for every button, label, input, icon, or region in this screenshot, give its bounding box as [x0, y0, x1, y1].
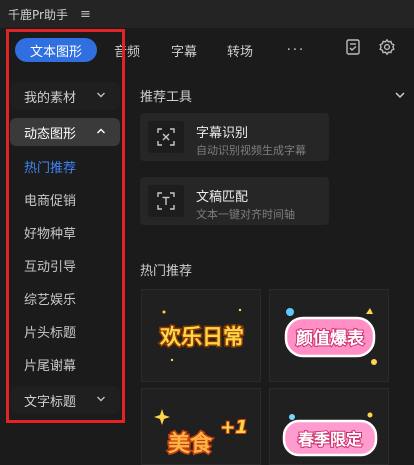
chevron-down-icon[interactable] [394, 89, 406, 101]
category-sidebar: 我的素材 动态图形 热门推荐 电商促销 好物种草 互动引导 综艺娱乐 片头标题 … [8, 76, 124, 421]
thumb-text: 美食 [168, 431, 213, 457]
thumb-text: 欢乐日常 [159, 325, 244, 349]
sidebar-item-variety[interactable]: 综艺娱乐 [8, 282, 124, 314]
main-panel: 推荐工具 字幕识别 自动识别视频生成字幕 文稿匹配 文本一键对齐时间轴 热门推荐 [130, 72, 414, 465]
tab-text-graphics[interactable]: 文本图形 [15, 38, 97, 62]
my-assets-label: 我的素材 [24, 90, 77, 106]
template-thumb-spring-limited[interactable]: 春季限定 [269, 388, 389, 465]
text-match-icon [148, 185, 184, 217]
gear-icon[interactable] [378, 38, 396, 56]
tab-audio[interactable]: 音频 [112, 38, 142, 62]
tool-card-text-match[interactable]: 文稿匹配 文本一键对齐时间轴 [140, 177, 329, 225]
tab-transitions[interactable]: 转场 [225, 38, 255, 62]
tab-more[interactable]: ··· [281, 38, 311, 62]
thumb-text: 颜值爆表 [296, 328, 365, 349]
category-tabs: 文本图形 音频 字幕 转场 ··· [0, 28, 414, 72]
chevron-down-icon [97, 92, 105, 98]
tab-subtitles[interactable]: 字幕 [169, 38, 199, 62]
thumb-extra-text: +1 [220, 417, 248, 438]
sidebar-item-intro-title[interactable]: 片头标题 [8, 315, 124, 347]
sidebar-item-hot[interactable]: 热门推荐 [8, 150, 124, 182]
tool-desc: 自动识别视频生成字幕 [196, 144, 306, 157]
app-title: 千鹿Pr助手 [8, 7, 68, 22]
text-titles-label: 文字标题 [24, 394, 77, 410]
hot-section-title: 热门推荐 [140, 264, 193, 279]
sidebar-item-product-recommend[interactable]: 好物种草 [8, 216, 124, 248]
tool-name: 文稿匹配 [196, 190, 249, 205]
tool-desc: 文本一键对齐时间轴 [196, 208, 295, 221]
thumb-text: 春季限定 [297, 430, 362, 449]
text-titles-group[interactable]: 文字标题 [10, 386, 120, 414]
chevron-up-icon [97, 128, 105, 134]
chevron-down-icon [97, 396, 105, 402]
template-thumb-gorgeous[interactable]: 颜值爆表 [269, 289, 389, 382]
my-assets-group[interactable]: 我的素材 [10, 82, 120, 110]
clipboard-check-icon[interactable] [344, 38, 362, 56]
tool-name: 字幕识别 [196, 126, 249, 141]
tool-card-subtitle-recognition[interactable]: 字幕识别 自动识别视频生成字幕 [140, 113, 329, 161]
subtitle-recognition-icon [148, 121, 184, 153]
template-thumb-food[interactable]: 美食 +1 [141, 388, 261, 465]
sidebar-item-interaction[interactable]: 互动引导 [8, 249, 124, 281]
template-thumb-happy-daily[interactable]: 欢乐日常 [141, 289, 261, 382]
dynamic-graphics-label: 动态图形 [24, 126, 77, 142]
sidebar-item-credits[interactable]: 片尾谢幕 [8, 348, 124, 380]
tools-section-title: 推荐工具 [140, 90, 193, 105]
sidebar-item-ecommerce[interactable]: 电商促销 [8, 183, 124, 215]
hamburger-menu-icon[interactable]: ≡ [80, 7, 91, 22]
dynamic-graphics-group[interactable]: 动态图形 [10, 118, 120, 146]
title-bar: 千鹿Pr助手 ≡ [0, 0, 414, 28]
